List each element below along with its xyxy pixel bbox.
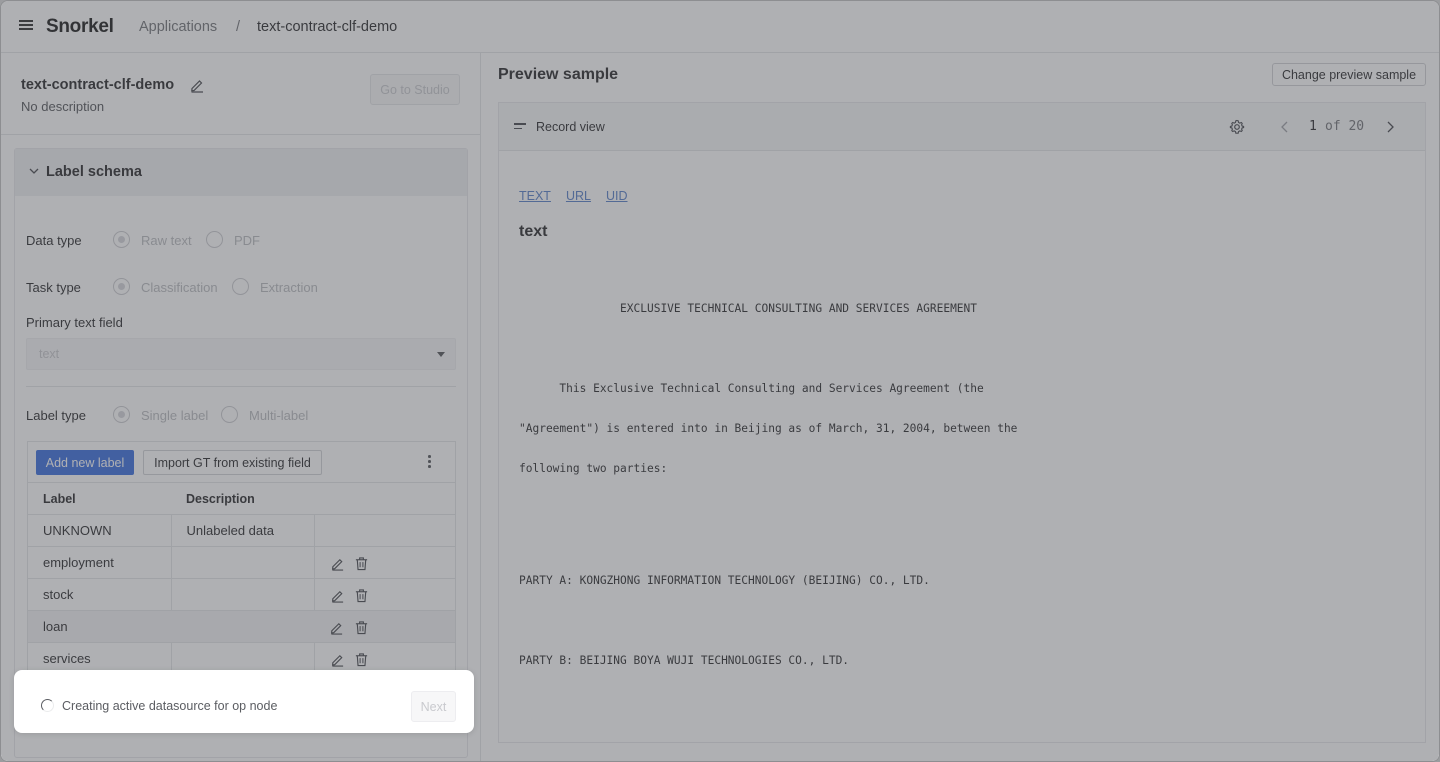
column-header-actions — [314, 482, 455, 515]
record-view-label[interactable]: Record view — [536, 120, 605, 134]
label-cell: loan — [28, 610, 171, 643]
label-type-multi-radio[interactable] — [221, 406, 238, 423]
go-to-studio-button[interactable]: Go to Studio — [370, 74, 460, 105]
breadcrumb-applications[interactable]: Applications — [139, 19, 217, 35]
label-type-multi-label: Multi-label — [249, 408, 309, 423]
divider — [1, 134, 480, 135]
pencil-icon[interactable] — [330, 652, 345, 667]
trash-icon[interactable] — [354, 588, 369, 603]
label-cell: UNKNOWN — [28, 514, 172, 547]
preview-title: Preview sample — [498, 66, 619, 83]
description-cell — [171, 546, 315, 579]
label-type-single-label: Single label — [141, 408, 209, 423]
field-links: TEXT URL UID — [519, 189, 643, 203]
app-description: No description — [21, 99, 105, 114]
field-link-url[interactable]: URL — [566, 189, 591, 203]
table-row: stock — [28, 578, 455, 611]
document-line: "Agreement") is entered into in Beijing … — [519, 422, 1018, 435]
app-window: Snorkel Applications / text-contract-clf… — [0, 0, 1440, 762]
description-cell: Unlabeled data — [171, 514, 315, 547]
primary-text-field-label: Primary text field — [26, 315, 123, 330]
task-type-classification-label: Classification — [141, 280, 218, 295]
task-type-extraction-radio[interactable] — [232, 278, 249, 295]
chevron-left-icon[interactable] — [1279, 120, 1291, 134]
label-schema-title: Label schema — [46, 164, 142, 180]
task-type-classification-radio[interactable] — [113, 278, 130, 295]
label-schema-header[interactable]: Label schema — [15, 149, 467, 196]
field-link-uid[interactable]: UID — [606, 189, 628, 203]
divider — [26, 386, 456, 387]
record-card: Record view 1 of 20 TEXT URL UID text EXCL… — [498, 102, 1426, 743]
breadcrumb-separator: / — [236, 19, 241, 35]
top-bar: Snorkel Applications / text-contract-clf… — [1, 1, 1439, 53]
document-line: PARTY A: KONGZHONG INFORMATION TECHNOLOG… — [519, 574, 930, 587]
field-link-text[interactable]: TEXT — [519, 189, 551, 203]
table-row: UNKNOWN Unlabeled data — [28, 514, 455, 547]
document-line: PARTY B: BEIJING BOYA WUJI TECHNOLOGIES … — [519, 654, 850, 667]
data-type-raw-text-radio[interactable] — [113, 231, 130, 248]
primary-text-field-value: text — [39, 347, 60, 361]
pencil-icon[interactable] — [329, 620, 344, 635]
record-toolbar: Record view 1 of 20 — [499, 103, 1425, 151]
spinner-icon — [41, 699, 54, 712]
status-toast: Creating active datasource for op node N… — [14, 670, 474, 733]
trash-icon[interactable] — [354, 556, 369, 571]
data-type-pdf-radio[interactable] — [206, 231, 223, 248]
field-name: text — [519, 223, 548, 240]
label-cell: stock — [28, 578, 172, 611]
status-message: Creating active datasource for op node — [62, 699, 278, 713]
data-type-pdf-label: PDF — [234, 233, 260, 248]
data-type-label: Data type — [26, 233, 82, 248]
trash-icon[interactable] — [354, 620, 369, 635]
gear-icon[interactable] — [1229, 119, 1245, 135]
chevron-right-icon[interactable] — [1384, 120, 1396, 134]
label-cell: employment — [28, 546, 172, 579]
page-total: of 20 — [1325, 119, 1365, 134]
primary-text-field-select[interactable]: text — [26, 338, 456, 370]
caret-down-icon — [437, 352, 445, 357]
preview-pane: Preview sample Change preview sample Rec… — [482, 53, 1439, 761]
table-row: loan — [28, 610, 455, 643]
table-header-row: Label Description — [28, 482, 455, 515]
label-schema-card: Label schema Data type Raw text PDF Task… — [14, 148, 468, 758]
labels-table-container: Add new label Import GT from existing fi… — [27, 441, 456, 674]
add-new-label-button[interactable]: Add new label — [36, 450, 134, 475]
actions-cell — [314, 578, 455, 611]
actions-cell — [314, 546, 455, 579]
page-current[interactable]: 1 — [1309, 119, 1317, 134]
next-button[interactable]: Next — [411, 691, 456, 722]
actions-cell — [314, 610, 455, 643]
app-name: text-contract-clf-demo — [21, 77, 175, 93]
chevron-down-icon[interactable] — [29, 166, 39, 176]
task-type-extraction-label: Extraction — [260, 280, 318, 295]
pencil-icon[interactable] — [189, 77, 205, 93]
menu-icon[interactable] — [19, 20, 33, 32]
pencil-icon[interactable] — [330, 588, 345, 603]
logo: Snorkel — [46, 16, 114, 37]
document-line: This Exclusive Technical Consulting and … — [519, 382, 984, 395]
description-cell — [171, 610, 314, 643]
breadcrumb-current: text-contract-clf-demo — [257, 19, 398, 35]
label-type-label: Label type — [26, 408, 86, 423]
document-line: EXCLUSIVE TECHNICAL CONSULTING AND SERVI… — [519, 302, 978, 315]
task-type-label: Task type — [26, 280, 81, 295]
change-preview-sample-button[interactable]: Change preview sample — [1272, 63, 1426, 86]
application-setup-pane: text-contract-clf-demo No description Go… — [1, 53, 481, 761]
import-gt-button[interactable]: Import GT from existing field — [143, 450, 322, 475]
pencil-icon[interactable] — [330, 556, 345, 571]
document-line: following two parties: — [519, 462, 668, 475]
actions-cell — [314, 514, 455, 547]
data-type-raw-text-label: Raw text — [141, 233, 192, 248]
table-row: employment — [28, 546, 455, 579]
trash-icon[interactable] — [354, 652, 369, 667]
list-icon — [514, 123, 526, 131]
label-type-single-radio[interactable] — [113, 406, 130, 423]
column-header-label: Label — [28, 482, 171, 515]
column-header-description: Description — [171, 482, 314, 515]
description-cell — [171, 578, 315, 611]
kebab-menu-icon[interactable] — [428, 455, 432, 469]
labels-table: Label Description UNKNOWN Unlabeled data… — [28, 482, 455, 674]
